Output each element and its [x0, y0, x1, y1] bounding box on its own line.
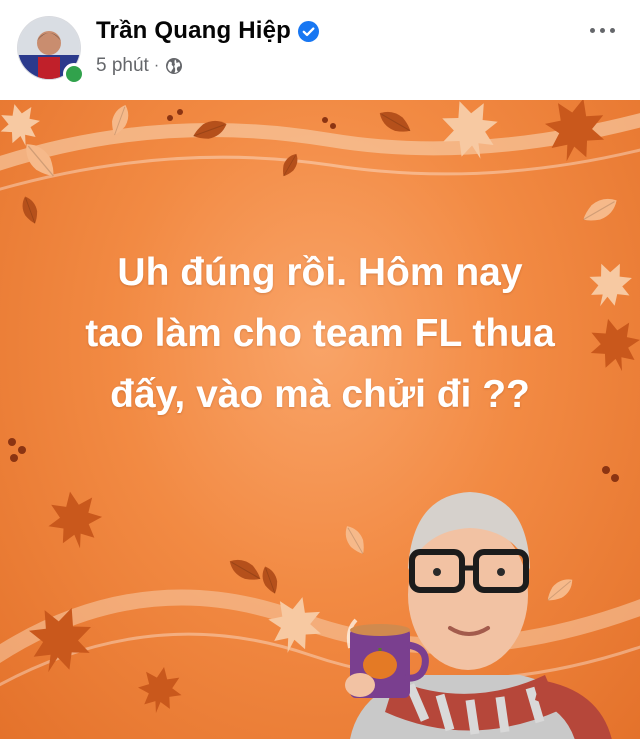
avatar-character-illustration [345, 492, 612, 739]
post-background-card: Uh đúng rồi. Hôm nay tao làm cho team FL… [0, 100, 640, 739]
post-text: Uh đúng rồi. Hôm nay tao làm cho team FL… [20, 242, 620, 425]
meta-separator: · [153, 57, 160, 74]
more-options-icon-dot [609, 27, 615, 33]
more-options-button[interactable] [580, 14, 624, 46]
globe-icon[interactable] [165, 57, 183, 75]
online-status-dot [63, 63, 85, 85]
post-text-line: Uh đúng rồi. Hôm nay [117, 251, 523, 294]
more-options-icon-dot [599, 27, 605, 33]
author-line: Trần Quang Hiệp [96, 16, 320, 46]
more-options-icon [589, 27, 595, 33]
post-timestamp[interactable]: 5 phút [96, 55, 149, 77]
post-text-line: đấy, vào mà chửi đi ?? [110, 373, 530, 416]
post-text-line: tao làm cho team FL thua [85, 312, 555, 355]
verified-badge-icon [298, 20, 320, 42]
post-header: Trần Quang Hiệp 5 phút · [0, 0, 640, 100]
post-meta: 5 phút · [96, 54, 183, 78]
author-name[interactable]: Trần Quang Hiệp [96, 17, 291, 45]
author-avatar-wrap[interactable] [18, 17, 85, 85]
